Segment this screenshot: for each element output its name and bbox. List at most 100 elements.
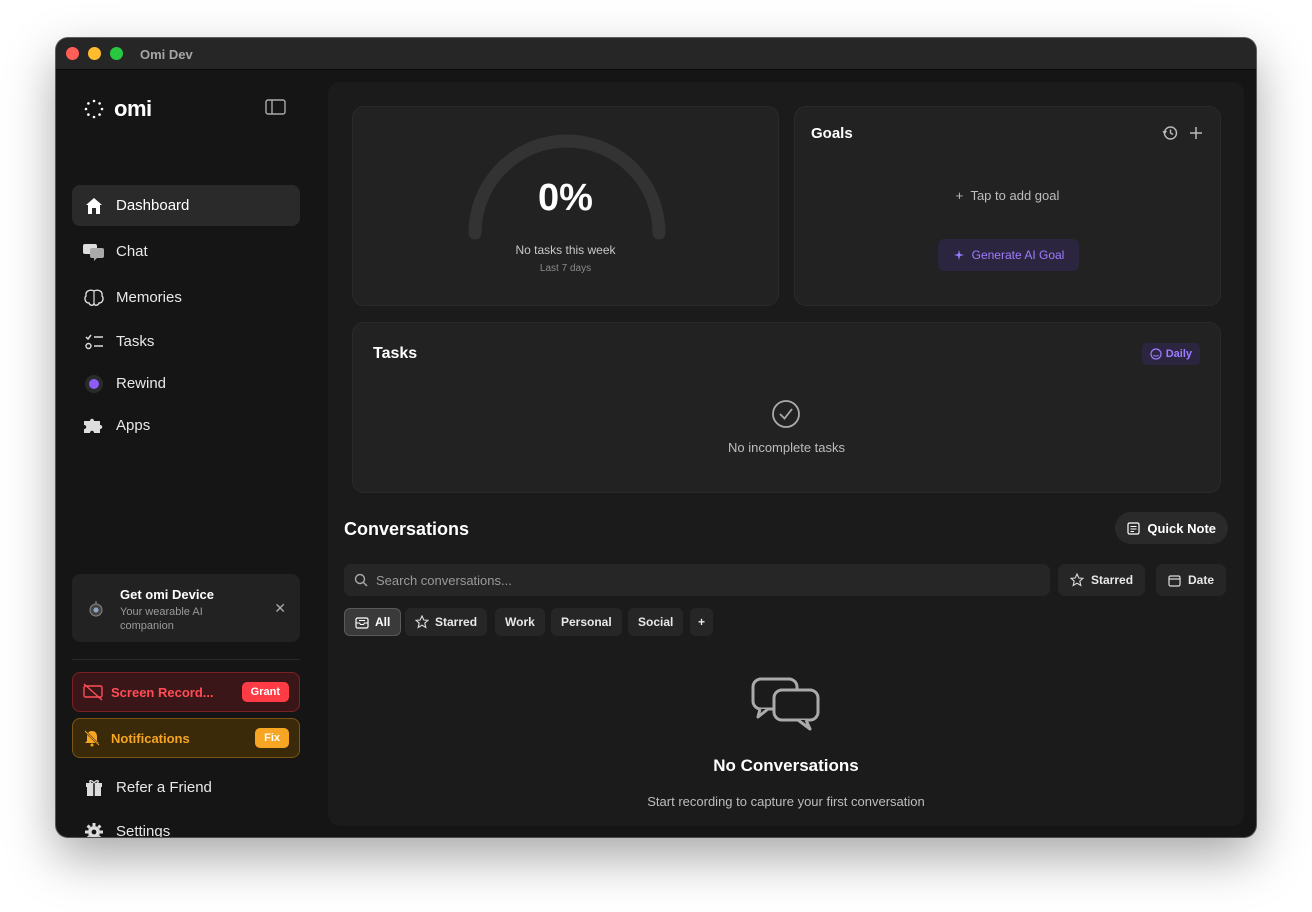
goals-card: Goals + Tap to add goal Generate AI Goal <box>794 106 1221 306</box>
tasks-title: Tasks <box>373 345 418 362</box>
progress-period: Last 7 days <box>539 263 592 274</box>
sidebar-item-memories[interactable]: Memories <box>72 277 300 318</box>
zoom-window-button[interactable] <box>110 47 123 60</box>
daily-icon <box>1150 348 1162 360</box>
sidebar-item-label: Dashboard <box>116 197 190 214</box>
screen-recording-permission[interactable]: Screen Record... Grant <box>72 672 300 712</box>
inbox-icon <box>355 616 369 629</box>
star-icon <box>1070 573 1084 587</box>
tap-to-add-goal[interactable]: + Tap to add goal <box>795 188 1220 203</box>
conversations-title: Conversations <box>344 519 470 539</box>
plus-icon: + <box>698 615 706 629</box>
sidebar-item-dashboard[interactable]: Dashboard <box>72 185 300 226</box>
chip-label: Personal <box>561 615 612 629</box>
rewind-dot-icon <box>82 372 106 396</box>
date-filter-label: Date <box>1188 573 1215 587</box>
chip-label: Social <box>638 615 674 629</box>
chip-work[interactable]: Work <box>495 608 545 636</box>
notifications-permission[interactable]: Notifications Fix <box>72 718 300 758</box>
app-logo: omi <box>84 96 152 122</box>
tasks-icon <box>82 330 106 354</box>
gift-icon <box>82 776 106 800</box>
refer-friend-item[interactable]: Refer a Friend <box>72 767 300 808</box>
sidebar-toggle-icon[interactable] <box>265 98 287 116</box>
search-placeholder: Search conversations... <box>376 572 512 588</box>
chip-label: Starred <box>435 615 478 629</box>
sidebar-divider <box>72 659 300 660</box>
star-icon <box>415 615 429 629</box>
chip-label: Work <box>505 615 535 629</box>
note-icon <box>1127 521 1140 535</box>
history-icon[interactable] <box>1162 125 1178 141</box>
conversations-empty-title: No Conversations <box>713 756 859 775</box>
chip-social[interactable]: Social <box>628 608 684 636</box>
daily-label: Daily <box>1165 348 1192 360</box>
device-promo-card[interactable]: Get omi Device Your wearable AI companio… <box>72 574 300 642</box>
omi-logo-icon <box>84 99 104 119</box>
add-goal-label: Tap to add goal <box>970 188 1060 203</box>
close-window-button[interactable] <box>66 47 79 60</box>
sidebar-item-chat[interactable]: Chat <box>72 231 300 272</box>
permission-label: Screen Record... <box>111 684 214 700</box>
sidebar-item-apps[interactable]: Apps <box>72 405 300 446</box>
omi-device-icon <box>89 601 103 617</box>
progress-percent: 0% <box>538 177 593 219</box>
grant-button[interactable]: Grant <box>241 682 289 702</box>
chat-icon <box>82 240 106 264</box>
plus-icon: + <box>955 188 964 203</box>
sidebar-item-label: Apps <box>116 417 151 434</box>
refer-friend-label: Refer a Friend <box>116 779 212 796</box>
starred-filter-button[interactable]: Starred <box>1058 564 1146 596</box>
settings-label: Settings <box>116 823 171 837</box>
sparkle-icon <box>953 249 964 260</box>
promo-title: Get omi Device <box>120 587 214 602</box>
tasks-empty-message: No incomplete tasks <box>727 440 846 455</box>
goals-title: Goals <box>811 125 853 142</box>
check-circle-icon <box>772 400 800 428</box>
generate-ai-goal-label: Generate AI Goal <box>971 248 1065 262</box>
tasks-card: Tasks Daily No incomplete tasks <box>352 322 1221 493</box>
conversations-empty-subtitle: Start recording to capture your first co… <box>647 794 925 809</box>
quick-note-button[interactable]: Quick Note <box>1115 512 1228 544</box>
generate-ai-goal-button[interactable]: Generate AI Goal <box>938 239 1079 271</box>
gear-icon <box>82 820 106 837</box>
puzzle-icon <box>82 414 106 438</box>
sidebar-item-label: Tasks <box>116 333 155 350</box>
sidebar-item-label: Rewind <box>116 375 167 392</box>
bell-slash-icon <box>83 729 103 747</box>
fix-button[interactable]: Fix <box>255 728 289 748</box>
goals-actions <box>1162 125 1204 141</box>
sidebar-item-label: Memories <box>116 289 182 306</box>
settings-item[interactable]: Settings <box>72 811 300 837</box>
screen-off-icon <box>83 683 103 701</box>
logo-text: omi <box>114 96 152 121</box>
weekly-progress-card: 0% No tasks this week Last 7 days <box>352 106 779 306</box>
sidebar-item-label: Chat <box>116 243 148 260</box>
conversations-empty-icon <box>751 677 820 731</box>
quick-note-label: Quick Note <box>1147 520 1216 536</box>
daily-filter-badge[interactable]: Daily <box>1141 343 1200 365</box>
sidebar: omi Dashboard Chat Memories Tasks Rewind… <box>56 70 320 837</box>
app-window: Omi Dev omi Dashboard Chat Memories Task… <box>56 38 1256 837</box>
promo-subtitle: Your wearable AI companion <box>120 606 203 632</box>
window-title: Omi Dev <box>140 47 193 62</box>
search-conversations-input[interactable]: Search conversations... <box>344 564 1050 596</box>
chip-label: All <box>375 615 391 629</box>
progress-subtitle: No tasks this week <box>515 243 616 257</box>
chip-personal[interactable]: Personal <box>551 608 622 636</box>
close-icon[interactable]: ✕ <box>274 600 286 617</box>
chip-all[interactable]: All <box>344 608 402 636</box>
sidebar-item-rewind[interactable]: Rewind <box>72 363 300 404</box>
chip-starred[interactable]: Starred <box>405 608 488 636</box>
brain-icon <box>82 286 106 310</box>
minimize-window-button[interactable] <box>88 47 101 60</box>
title-bar: Omi Dev <box>56 38 1256 70</box>
calendar-icon <box>1168 574 1181 587</box>
main-content: 0% No tasks this week Last 7 days Goals … <box>328 82 1244 826</box>
permission-label: Notifications <box>111 730 190 746</box>
add-chip-button[interactable]: + <box>690 608 714 636</box>
search-icon <box>354 573 368 587</box>
date-filter-button[interactable]: Date <box>1156 564 1227 596</box>
add-goal-icon[interactable] <box>1188 125 1204 141</box>
sidebar-item-tasks[interactable]: Tasks <box>72 321 300 362</box>
